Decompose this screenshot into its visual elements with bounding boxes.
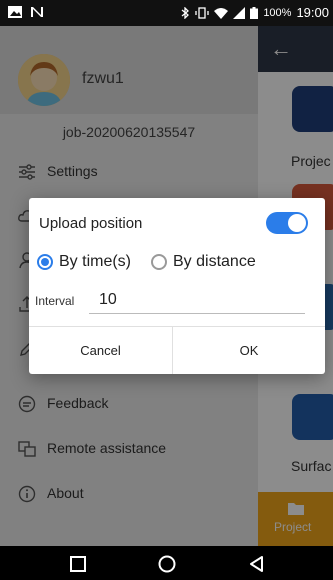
recents-icon[interactable] (68, 554, 88, 574)
radio-button[interactable] (151, 254, 167, 270)
back-icon[interactable] (247, 554, 267, 574)
signal-icon (233, 6, 246, 19)
dialog-title: Upload position (39, 215, 143, 232)
radio-label: By distance (173, 253, 256, 270)
battery-icon (250, 6, 259, 19)
home-icon[interactable] (157, 554, 177, 574)
radio-label: By time(s) (59, 253, 131, 270)
radio-by-time[interactable]: By time(s) (37, 250, 131, 274)
system-nav-bar (0, 546, 333, 580)
upload-position-dialog: Upload position By time(s) By distance I… (29, 198, 325, 374)
bluetooth-icon (181, 6, 190, 19)
ok-button[interactable]: OK (173, 327, 325, 374)
clock: 19:00 (296, 5, 329, 20)
cancel-button[interactable]: Cancel (29, 327, 172, 374)
toggle-knob (288, 214, 306, 232)
status-bar: 100% 19:00 (0, 0, 333, 26)
interval-label: Interval (35, 294, 75, 308)
n-icon (31, 7, 43, 17)
radio-button-selected[interactable] (37, 254, 53, 270)
interval-input[interactable] (89, 286, 305, 314)
upload-position-toggle[interactable] (266, 212, 308, 234)
radio-by-distance[interactable]: By distance (151, 250, 256, 274)
image-icon (8, 6, 22, 18)
vibrate-icon (195, 6, 209, 19)
battery-percent: 100% (263, 6, 292, 19)
wifi-icon (214, 7, 229, 19)
